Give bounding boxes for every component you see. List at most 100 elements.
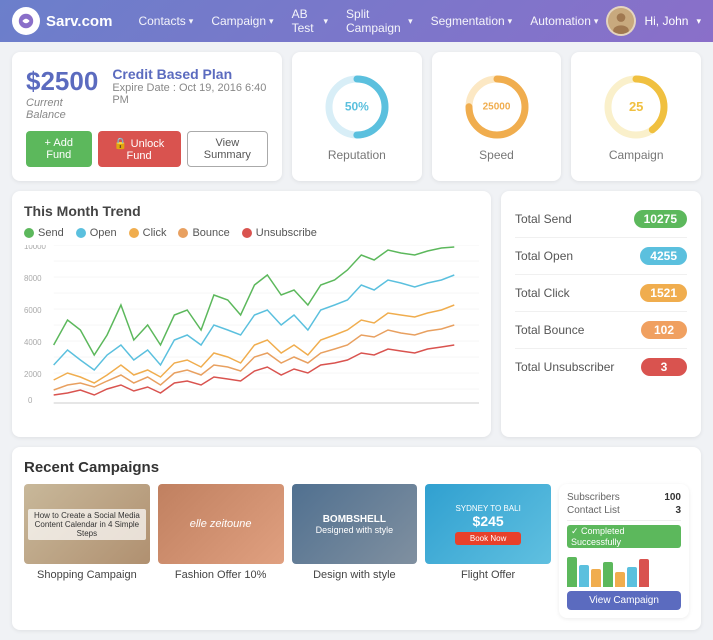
stat-label-open: Total Open <box>515 249 573 263</box>
stat-total-open: Total Open 4255 <box>515 238 687 275</box>
contact-list-label: Contact List <box>567 505 620 516</box>
reputation-gauge: 50% Reputation <box>292 52 422 181</box>
legend-bounce: Bounce <box>178 227 229 239</box>
credit-buttons: + Add Fund 🔒 Unlock Fund View Summary <box>26 131 268 167</box>
bounce-dot <box>178 228 188 238</box>
chart-legend: Send Open Click Bounce Unsubscribe <box>24 227 479 239</box>
avatar <box>606 6 636 36</box>
campaign-thumb-fashion: elle zeitoune <box>158 484 284 564</box>
speed-label: Speed <box>479 148 514 162</box>
reputation-circle: 50% <box>322 72 392 142</box>
stat-value-unsub: 3 <box>641 358 687 376</box>
svg-text:4000: 4000 <box>24 338 42 347</box>
gauges-section: 50% Reputation 25000 Speed <box>292 52 701 181</box>
nav-item-splitcampaign[interactable]: Split Campaign ▾ <box>338 7 421 35</box>
credit-card: $2500 Current Balance Credit Based Plan … <box>12 52 282 181</box>
view-summary-button[interactable]: View Summary <box>187 131 268 167</box>
campaign-item-fashion[interactable]: elle zeitoune Fashion Offer 10% <box>158 484 284 618</box>
stat-total-unsubscriber: Total Unsubscriber 3 <box>515 349 687 385</box>
stat-label-send: Total Send <box>515 212 572 226</box>
chevron-down-icon: ▾ <box>508 16 513 27</box>
unlock-fund-button[interactable]: 🔒 Unlock Fund <box>98 131 181 167</box>
svg-text:0: 0 <box>28 396 33 405</box>
subscribers-value: 100 <box>664 492 681 503</box>
nav-item-campaign[interactable]: Campaign ▾ <box>203 7 281 35</box>
nav-user[interactable]: Hi, John ▾ <box>606 6 701 36</box>
nav-item-contacts[interactable]: Contacts ▾ <box>130 7 201 35</box>
brand-name: Sarv.com <box>46 13 112 30</box>
svg-text:2000: 2000 <box>24 370 42 379</box>
nav-links: Contacts ▾ Campaign ▾ AB Test ▾ Split Ca… <box>130 7 606 35</box>
credit-plan: Credit Based Plan Expire Date : Oct 19, … <box>112 66 268 106</box>
campaign-name-shopping: Shopping Campaign <box>24 569 150 581</box>
nav-item-abtest[interactable]: AB Test ▾ <box>284 7 336 35</box>
mini-bar-chart <box>567 552 681 587</box>
add-fund-button[interactable]: + Add Fund <box>26 131 92 167</box>
trend-card: This Month Trend Send Open Click Bounce <box>12 191 491 437</box>
chevron-down-icon: ▾ <box>269 16 274 27</box>
divider <box>567 520 681 521</box>
nav-item-segmentation[interactable]: Segmentation ▾ <box>423 7 521 35</box>
credit-info: $2500 Current Balance Credit Based Plan … <box>26 66 268 121</box>
brand-logo[interactable]: Sarv.com <box>12 7 112 35</box>
top-row: $2500 Current Balance Credit Based Plan … <box>12 52 701 181</box>
legend-open: Open <box>76 227 117 239</box>
contact-list-row: Contact List 3 <box>567 505 681 516</box>
campaign-thumb-shopping: How to Create a Social Media Content Cal… <box>24 484 150 564</box>
campaign-stats-card: Subscribers 100 Contact List 3 ✓ Complet… <box>559 484 689 618</box>
campaign-name-design: Design with style <box>292 569 418 581</box>
stat-value-send: 10275 <box>634 210 687 228</box>
recent-title: Recent Campaigns <box>24 459 689 476</box>
navbar: Sarv.com Contacts ▾ Campaign ▾ AB Test ▾… <box>0 0 713 42</box>
bar-7 <box>639 559 649 587</box>
campaign-gauge: 25 Campaign <box>571 52 701 181</box>
stat-value-open: 4255 <box>640 247 687 265</box>
svg-text:6000: 6000 <box>24 306 42 315</box>
svg-text:8000: 8000 <box>24 274 42 283</box>
campaign-item-flight[interactable]: SYDNEY TO BALI $245 Book Now Flight Offe… <box>425 484 551 618</box>
user-greeting: Hi, John <box>644 14 688 28</box>
logo-icon <box>12 7 40 35</box>
send-dot <box>24 228 34 238</box>
chevron-down-icon: ▾ <box>323 16 328 27</box>
view-campaign-button[interactable]: View Campaign <box>567 591 681 610</box>
bar-6 <box>627 567 637 587</box>
subscribers-label: Subscribers <box>567 492 620 503</box>
stat-total-bounce: Total Bounce 102 <box>515 312 687 349</box>
campaigns-row: How to Create a Social Media Content Cal… <box>24 484 689 618</box>
main-content: $2500 Current Balance Credit Based Plan … <box>0 42 713 640</box>
stat-label-bounce: Total Bounce <box>515 323 584 337</box>
campaign-label: Campaign <box>609 148 664 162</box>
chart-area: 10000 8000 6000 4000 2000 0 1 3 5 7 9 11… <box>24 245 479 425</box>
campaign-name-flight: Flight Offer <box>425 569 551 581</box>
bar-5 <box>615 572 625 587</box>
nav-item-automation[interactable]: Automation ▾ <box>522 7 606 35</box>
middle-row: This Month Trend Send Open Click Bounce <box>12 191 701 437</box>
legend-click: Click <box>129 227 167 239</box>
speed-gauge: 25000 Speed <box>432 52 562 181</box>
credit-amount: $2500 <box>26 66 98 97</box>
trend-title: This Month Trend <box>24 203 479 219</box>
reputation-label: Reputation <box>328 148 386 162</box>
credit-label: Current Balance <box>26 97 98 121</box>
recent-campaigns-card: Recent Campaigns How to Create a Social … <box>12 447 701 630</box>
bar-4 <box>603 562 613 587</box>
campaign-item-design[interactable]: BOMBSHELL Designed with style Design wit… <box>292 484 418 618</box>
credit-balance: $2500 Current Balance <box>26 66 98 121</box>
campaign-item-shopping[interactable]: How to Create a Social Media Content Cal… <box>24 484 150 618</box>
chevron-down-icon: ▾ <box>189 16 194 27</box>
trend-chart: 10000 8000 6000 4000 2000 0 1 3 5 7 9 11… <box>24 245 479 405</box>
completed-badge: ✓ Completed Successfully <box>567 525 681 548</box>
unsubscribe-dot <box>242 228 252 238</box>
stat-label-unsub: Total Unsubscriber <box>515 360 614 374</box>
bar-2 <box>579 565 589 587</box>
subscribers-row: Subscribers 100 <box>567 492 681 503</box>
stats-card: Total Send 10275 Total Open 4255 Total C… <box>501 191 701 437</box>
campaign-thumb-design: BOMBSHELL Designed with style <box>292 484 418 564</box>
svg-text:10000: 10000 <box>24 245 47 251</box>
expire-date: Expire Date : Oct 19, 2016 6:40 PM <box>112 82 268 106</box>
stat-value-bounce: 102 <box>641 321 687 339</box>
speed-value: 25000 <box>483 101 511 112</box>
campaign-circle: 25 <box>601 72 671 142</box>
campaign-name-fashion: Fashion Offer 10% <box>158 569 284 581</box>
